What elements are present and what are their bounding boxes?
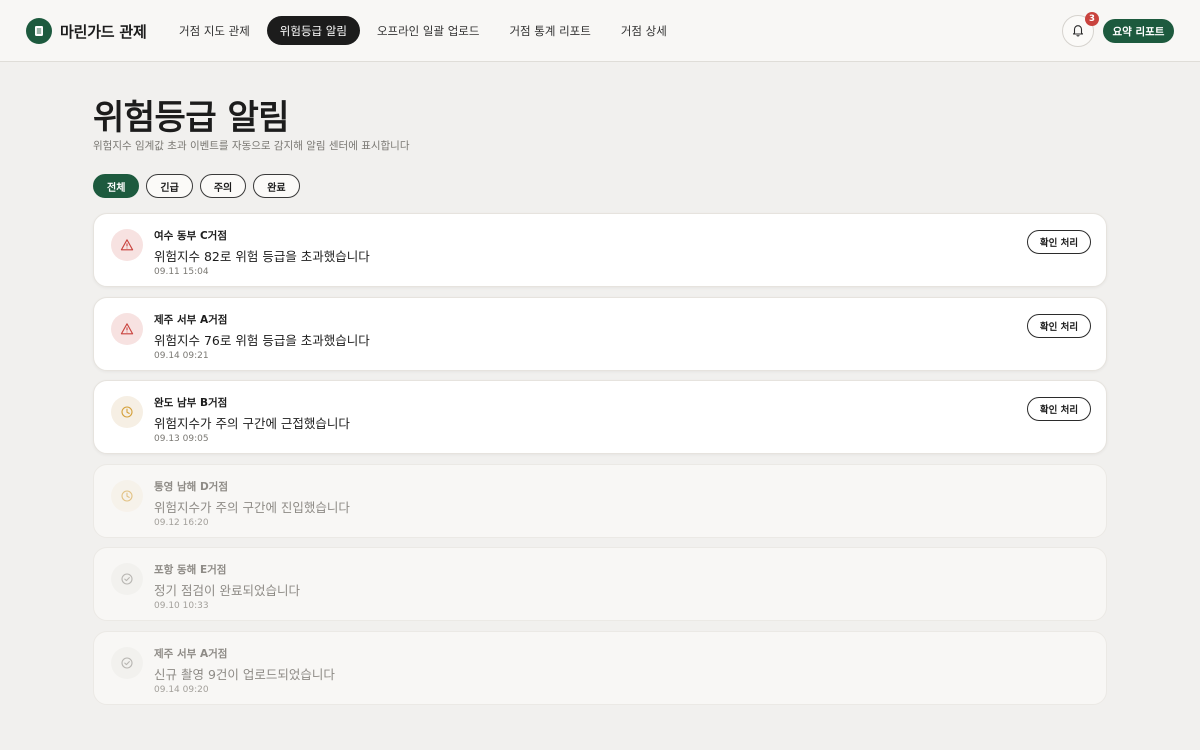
clock-icon <box>111 479 143 512</box>
alert-card: 통영 남해 D거점 위험지수가 주의 구간에 진입했습니다 09.12 16:2… <box>93 463 1107 538</box>
alert-site: 완도 남부 B거점 <box>154 397 228 409</box>
filter-done[interactable]: 완료 <box>253 174 300 198</box>
alert-message: 신규 촬영 9건이 업로드되었습니다 <box>154 666 335 682</box>
filter-caution[interactable]: 주의 <box>199 174 247 198</box>
alert-site: 통영 남해 D거점 <box>154 480 228 493</box>
notification-button[interactable]: 3 <box>1062 12 1099 47</box>
brand-name: 마린가드 관제 <box>60 22 147 41</box>
clock-icon <box>111 396 143 428</box>
alert-time: 09.12 16:20 <box>154 517 209 528</box>
alert-message: 위험지수가 주의 구간에 근접했습니다 <box>154 416 350 431</box>
alert-time: 09.14 09:20 <box>154 684 209 695</box>
alert-list: 여수 동부 C거점 위험지수 82로 위험 등급을 초과했습니다 09.11 1… <box>93 213 1107 714</box>
alert-card: 포항 동해 E거점 정기 점검이 완료되었습니다 09.10 10:33 <box>93 547 1107 621</box>
warning-triangle-icon <box>111 312 143 345</box>
alert-time: 09.14 09:21 <box>154 350 209 361</box>
brand[interactable]: 마린가드 관제 <box>26 18 147 44</box>
alert-site: 제주 서부 A거점 <box>154 313 228 326</box>
alert-message: 위험지수 82로 위험 등급을 초과했습니다 <box>154 249 370 264</box>
tab-site-map[interactable]: 거점 지도 관제 <box>166 16 263 45</box>
tab-offline-upload[interactable]: 오프라인 일괄 업로드 <box>364 16 493 45</box>
check-circle-icon <box>111 563 143 595</box>
document-icon <box>26 18 52 44</box>
alert-time: 09.11 15:04 <box>154 267 209 277</box>
alert-card: 제주 서부 A거점 신규 촬영 9건이 업로드되었습니다 09.14 09:20 <box>93 630 1107 705</box>
alert-message: 위험지수가 주의 구간에 진입했습니다 <box>154 499 350 515</box>
alert-card: 완도 남부 B거점 위험지수가 주의 구간에 근접했습니다 09.13 09:0… <box>93 380 1107 454</box>
check-circle-icon <box>111 646 143 679</box>
alert-site: 여수 동부 C거점 <box>154 230 227 242</box>
summary-report-button[interactable]: 요약 리포트 <box>1103 19 1174 43</box>
page-subtitle: 위험지수 임계값 초과 이벤트를 자동으로 감지해 알림 센터에 표시합니다 <box>93 140 410 152</box>
tab-site-statistics[interactable]: 거점 통계 리포트 <box>496 16 603 45</box>
main-nav: 거점 지도 관제 위험등급 알림 오프라인 일괄 업로드 거점 통계 리포트 거… <box>166 16 680 45</box>
tab-risk-alerts[interactable]: 위험등급 알림 <box>266 16 360 45</box>
filter-all[interactable]: 전체 <box>93 174 140 198</box>
alert-card: 제주 서부 A거점 위험지수 76로 위험 등급을 초과했습니다 09.14 0… <box>93 296 1107 371</box>
alert-site: 제주 서부 A거점 <box>154 647 228 660</box>
confirm-button[interactable]: 확인 처리 <box>1027 230 1091 254</box>
notification-count-badge: 3 <box>1085 12 1099 26</box>
confirm-button[interactable]: 확인 처리 <box>1027 397 1091 421</box>
page-title: 위험등급 알림 <box>93 98 290 138</box>
warning-triangle-icon <box>111 229 143 261</box>
bell-icon <box>1071 22 1085 41</box>
tab-site-detail[interactable]: 거점 상세 <box>608 16 680 45</box>
filter-chips: 전체 긴급 주의 완료 <box>93 174 300 198</box>
alert-time: 09.13 09:05 <box>154 434 209 444</box>
top-header: 마린가드 관제 거점 지도 관제 위험등급 알림 오프라인 일괄 업로드 거점 … <box>0 0 1200 62</box>
alert-message: 위험지수 76로 위험 등급을 초과했습니다 <box>154 332 370 348</box>
alert-site: 포항 동해 E거점 <box>154 564 227 576</box>
alert-card: 여수 동부 C거점 위험지수 82로 위험 등급을 초과했습니다 09.11 1… <box>93 213 1107 287</box>
alert-message: 정기 점검이 완료되었습니다 <box>154 583 300 598</box>
alert-time: 09.10 10:33 <box>154 601 209 611</box>
confirm-button[interactable]: 확인 처리 <box>1027 313 1091 338</box>
filter-urgent[interactable]: 긴급 <box>146 174 193 198</box>
